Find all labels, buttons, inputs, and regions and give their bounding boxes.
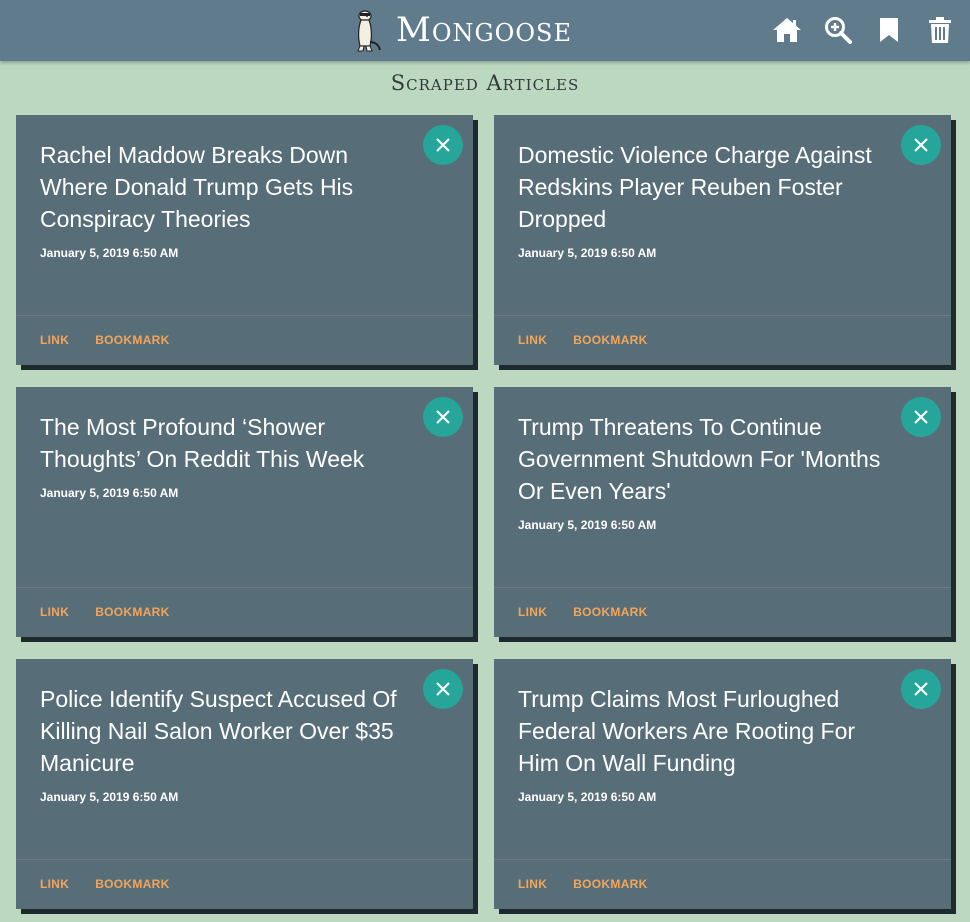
brand[interactable]: Mongoose [352, 6, 572, 54]
bookmark-icon[interactable] [873, 14, 905, 46]
card-body: The Most Profound ‘Shower Thoughts’ On R… [40, 411, 413, 501]
delete-article-button[interactable] [901, 669, 941, 709]
home-icon[interactable] [771, 14, 803, 46]
card-actions: LINK BOOKMARK [40, 877, 196, 891]
article-card: Rachel Maddow Breaks Down Where Donald T… [16, 115, 473, 365]
nav-icons [752, 14, 956, 46]
article-link[interactable]: LINK [518, 605, 547, 619]
card-actions: LINK BOOKMARK [518, 333, 674, 347]
article-title: Trump Claims Most Furloughed Federal Wor… [518, 686, 856, 776]
article-link[interactable]: LINK [40, 605, 69, 619]
article-title: Trump Threatens To Continue Government S… [518, 414, 881, 504]
article-date: January 5, 2019 6:50 AM [518, 246, 657, 260]
card-body: Trump Claims Most Furloughed Federal Wor… [518, 683, 891, 805]
article-card: Trump Threatens To Continue Government S… [494, 387, 951, 637]
bookmark-link[interactable]: BOOKMARK [573, 333, 647, 347]
close-icon [914, 682, 928, 696]
article-link[interactable]: LINK [40, 877, 69, 891]
delete-article-button[interactable] [901, 397, 941, 437]
card-divider [16, 315, 473, 316]
mongoose-logo-icon [352, 8, 382, 52]
card-divider [16, 587, 473, 588]
article-link[interactable]: LINK [518, 333, 547, 347]
delete-article-button[interactable] [423, 397, 463, 437]
trash-icon[interactable] [924, 14, 956, 46]
brand-name: Mongoose [396, 10, 572, 50]
articles-grid: Rachel Maddow Breaks Down Where Donald T… [16, 115, 952, 909]
article-date: January 5, 2019 6:50 AM [518, 790, 657, 804]
article-card: Police Identify Suspect Accused Of Killi… [16, 659, 473, 909]
delete-article-button[interactable] [423, 669, 463, 709]
close-icon [436, 138, 450, 152]
article-card: The Most Profound ‘Shower Thoughts’ On R… [16, 387, 473, 637]
delete-article-button[interactable] [423, 125, 463, 165]
card-actions: LINK BOOKMARK [40, 333, 196, 347]
close-icon [914, 410, 928, 424]
delete-article-button[interactable] [901, 125, 941, 165]
card-actions: LINK BOOKMARK [518, 605, 674, 619]
card-divider [16, 859, 473, 860]
card-divider [494, 859, 951, 860]
article-date: January 5, 2019 6:50 AM [40, 246, 179, 260]
article-title: Police Identify Suspect Accused Of Killi… [40, 686, 397, 776]
article-link[interactable]: LINK [40, 333, 69, 347]
page-title: Scraped Articles [390, 71, 580, 95]
article-title: Domestic Violence Charge Against Redskin… [518, 142, 872, 232]
card-body: Domestic Violence Charge Against Redskin… [518, 139, 891, 261]
card-actions: LINK BOOKMARK [40, 605, 196, 619]
bookmark-link[interactable]: BOOKMARK [573, 605, 647, 619]
card-body: Police Identify Suspect Accused Of Killi… [40, 683, 413, 805]
article-title: The Most Profound ‘Shower Thoughts’ On R… [40, 414, 365, 472]
bookmark-link[interactable]: BOOKMARK [95, 605, 169, 619]
bookmark-link[interactable]: BOOKMARK [95, 333, 169, 347]
article-card: Trump Claims Most Furloughed Federal Wor… [494, 659, 951, 909]
article-card: Domestic Violence Charge Against Redskin… [494, 115, 951, 365]
close-icon [436, 682, 450, 696]
article-date: January 5, 2019 6:50 AM [40, 790, 179, 804]
close-icon [914, 138, 928, 152]
article-title: Rachel Maddow Breaks Down Where Donald T… [40, 142, 354, 232]
card-divider [494, 315, 951, 316]
article-date: January 5, 2019 6:50 AM [518, 518, 657, 532]
card-body: Trump Threatens To Continue Government S… [518, 411, 891, 533]
card-divider [494, 587, 951, 588]
article-date: January 5, 2019 6:50 AM [40, 486, 179, 500]
bookmark-link[interactable]: BOOKMARK [573, 877, 647, 891]
card-actions: LINK BOOKMARK [518, 877, 674, 891]
navbar: Mongoose [0, 0, 970, 61]
close-icon [436, 410, 450, 424]
article-link[interactable]: LINK [518, 877, 547, 891]
zoom-in-icon[interactable] [822, 14, 854, 46]
card-body: Rachel Maddow Breaks Down Where Donald T… [40, 139, 413, 261]
bookmark-link[interactable]: BOOKMARK [95, 877, 169, 891]
